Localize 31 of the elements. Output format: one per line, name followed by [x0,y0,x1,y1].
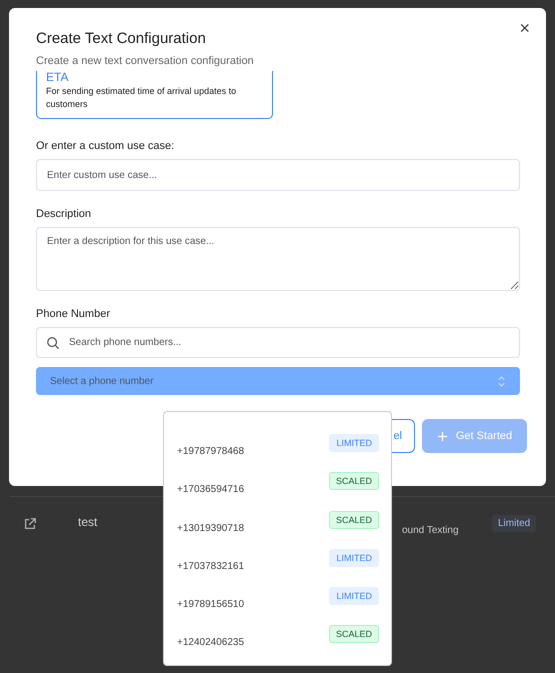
field-label: Or enter a custom use case: [36,140,176,152]
use-case-card[interactable]: ETA For sending estimated time of arrival updates to customers [36,71,273,119]
description-field[interactable]: Enter a description for this use case... [36,227,520,291]
phone-option[interactable]: +19789156510 [177,599,244,610]
tier-badge: SCALED [328,625,379,644]
chevron-updown-icon [497,374,506,388]
external-link-icon[interactable] [23,517,37,531]
row-name: test [78,515,98,529]
close-button[interactable]: × [515,18,534,39]
phone-option[interactable]: +17037832161 [177,560,244,572]
status-badge: Limited [492,515,536,532]
plus-icon [436,430,448,442]
dialog-subtitle: Create a new text conversation configuration [36,55,255,67]
tier-badge: LIMITED [329,434,379,452]
custom-use-case-field[interactable]: Enter custom use case... [36,159,520,191]
row-use-case: ound Texting [402,525,459,536]
tier-badge: LIMITED [329,587,379,606]
phone-option[interactable]: +12402406235 [177,637,244,648]
card-title: ETA [46,71,70,84]
card-description: For sending estimated time of arrival updates to customers [46,85,238,111]
tier-badge: SCALED [328,472,379,490]
tier-badge: LIMITED [329,548,379,567]
phone-option[interactable]: +19787978468 [177,446,244,457]
phone-option[interactable]: +17036594716 [177,484,244,496]
phone-option[interactable]: +13019390718 [177,522,244,534]
field-label: Phone Number [36,308,111,320]
tier-badge: SCALED [328,510,379,529]
search-icon [46,336,60,350]
search-field[interactable]: Search phone numbers... [36,327,520,358]
field-label: Description [36,208,92,220]
dialog-title: Create Text Configuration [36,30,207,47]
